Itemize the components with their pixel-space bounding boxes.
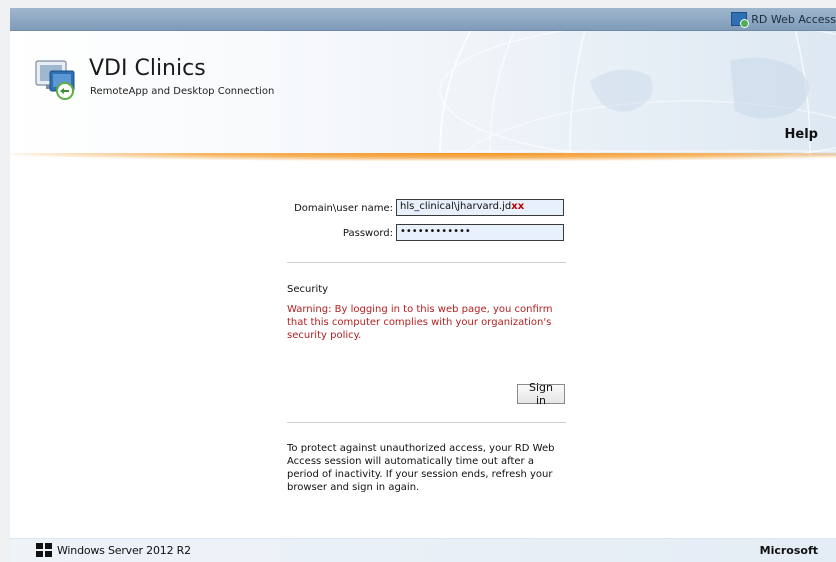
header-accent-bar — [10, 153, 836, 161]
username-value: hls_clinical\jharvard.jd — [400, 201, 512, 212]
form-divider-bottom — [287, 422, 566, 423]
top-bar: RD Web Access — [10, 8, 836, 31]
sign-in-button[interactable]: Sign in — [517, 381, 565, 407]
form-divider-top — [287, 262, 566, 263]
rd-web-access-icon — [731, 12, 750, 28]
username-field[interactable]: hls_clinical\jharvard.jdxx — [396, 199, 564, 216]
password-value: •••••••••••• — [400, 226, 471, 237]
header-banner: VDI Clinics RemoteApp and Desktop Connec… — [10, 31, 836, 156]
session-timeout-note: To protect against unauthorized access, … — [287, 443, 555, 493]
rd-web-access-page: RD Web Access VDI Clinics RemoteApp and … — [10, 8, 836, 562]
footer-os-group: Windows Server 2012 R2 — [36, 543, 191, 557]
username-label: Domain\user name: — [294, 203, 393, 214]
topbar-title-group: RD Web Access — [731, 11, 836, 28]
security-warning: Warning: By logging in to this web page,… — [287, 304, 553, 341]
security-heading: Security — [287, 284, 329, 295]
topbar-title: RD Web Access — [751, 12, 836, 26]
footer-company-label: Microsoft — [759, 544, 818, 557]
windows-logo-icon — [36, 543, 52, 557]
footer-os-label: Windows Server 2012 R2 — [57, 543, 191, 557]
username-value-suffix: xx — [511, 201, 525, 212]
globe-background-graphic — [439, 31, 836, 156]
footer: Windows Server 2012 R2 Microsoft — [10, 538, 836, 562]
password-field[interactable]: •••••••••••• — [396, 224, 564, 241]
app-title: VDI Clinics — [89, 56, 206, 81]
password-label: Password: — [342, 228, 393, 239]
remoteapp-logo-icon — [35, 60, 75, 100]
app-subtitle: RemoteApp and Desktop Connection — [90, 86, 275, 97]
help-link[interactable]: Help — [785, 127, 818, 142]
